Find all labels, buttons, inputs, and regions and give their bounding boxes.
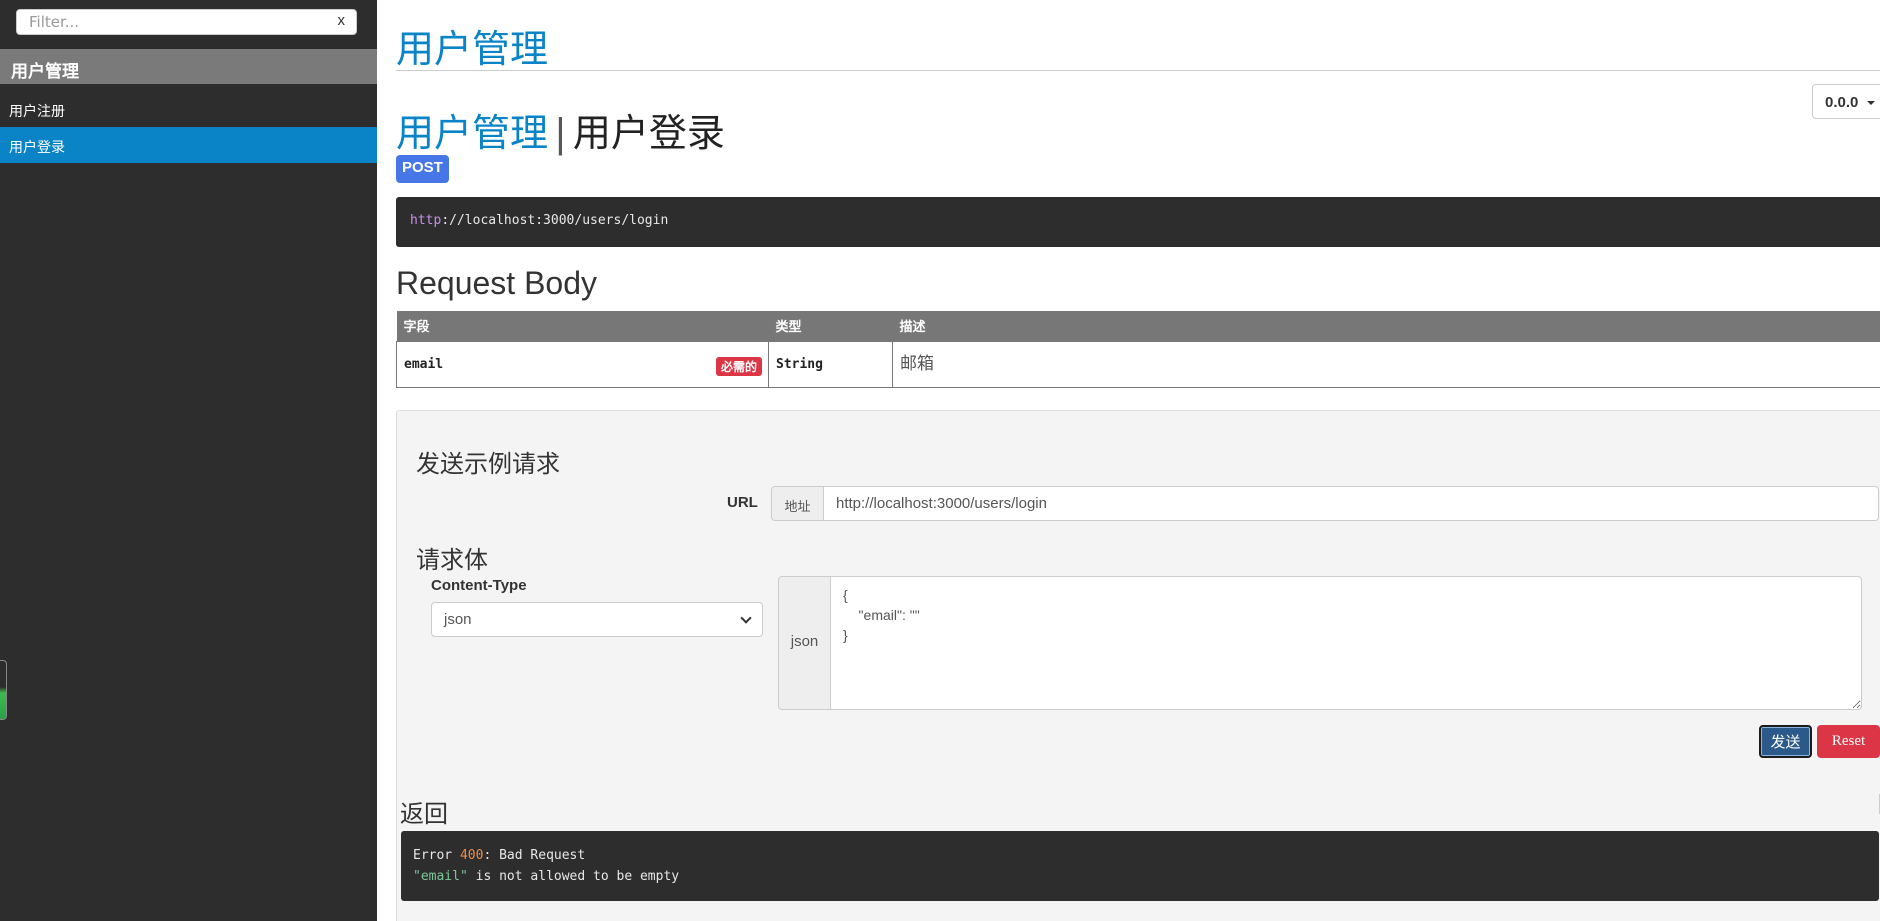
response-detail-line: "email" is not allowed to be empty [413,866,1867,887]
type-cell: String [768,340,893,388]
endpoint-title: 用户管理 | 用户登录 [396,102,725,157]
request-body-heading: Request Body [396,265,598,301]
filter-input[interactable] [16,9,357,35]
filter-box: x [16,9,357,35]
response-status-line: Error 400: Bad Request [413,845,1867,866]
column-header: 字段 [396,311,769,341]
table-row: email 必需的 String 邮箱 [396,340,1880,388]
version-dropdown[interactable]: 0.0.0 [1812,84,1880,119]
reset-button[interactable]: Reset [1817,725,1880,758]
url-scheme: http [410,213,442,228]
caret-down-icon [1866,101,1875,106]
sidebar-item-login[interactable]: 用户登录 [0,127,377,163]
sample-url-input[interactable] [823,486,1879,521]
sidebar-scroll-handle[interactable] [0,660,7,720]
json-addon: json [778,576,831,710]
main-content: 用户管理 0.0.0 用户管理 | 用户登录 POST http://localho… [377,0,1880,921]
endpoint-url: http://localhost:3000/users/login [396,197,1880,247]
required-badge: 必需的 [715,356,762,376]
sample-request-heading: 发送示例请求 [416,450,560,478]
filter-clear-button[interactable]: x [338,12,346,29]
title-divider [396,70,1880,71]
url-addon: 地址 [771,486,824,521]
column-header: 描述 [892,311,1880,341]
sample-request-panel: 发送示例请求 URL 地址 请求体 Content-Type json json… [396,410,1880,921]
column-header: 类型 [768,311,893,341]
error-text: : Bad Request [483,848,586,863]
url-path: ://localhost:3000/users/login [441,213,669,228]
title-separator: | [554,111,567,155]
error-prefix: Error [413,848,453,863]
send-button[interactable]: 发送 [1759,725,1812,758]
description-cell: 邮箱 [892,340,1880,388]
method-badge: POST [396,155,449,183]
nav-group-title[interactable]: 用户管理 [0,49,377,84]
url-label: URL [727,494,758,511]
field-cell: email 必需的 [396,340,769,388]
response-heading: 返回 [400,800,448,828]
version-label: 0.0.0 [1825,94,1859,111]
content-type-label: Content-Type [431,577,527,594]
json-body-textarea[interactable]: { "email": "" } [830,576,1862,710]
sidebar: x 用户管理 用户注册 用户登录 [0,0,377,921]
content-type-select[interactable]: json [431,602,763,637]
error-code: 400 [459,848,484,863]
request-body-subheading: 请求体 [416,546,488,574]
params-table: 字段 类型 描述 email 必需的 String 邮箱 [396,311,1880,388]
field-name: email [404,356,444,372]
sidebar-item-register[interactable]: 用户注册 [0,91,377,127]
endpoint-group: 用户管理 [396,111,549,155]
content-type-value: json [444,611,472,628]
response-output: Error 400: Bad Request "email" is not al… [401,831,1879,901]
detail-key: "email" [413,869,468,884]
detail-text: is not allowed to be empty [467,869,680,884]
page-title: 用户管理 [396,27,549,71]
chevron-down-icon [740,611,752,624]
table-header-row: 字段 类型 描述 [396,311,1880,341]
endpoint-name: 用户登录 [572,111,725,155]
